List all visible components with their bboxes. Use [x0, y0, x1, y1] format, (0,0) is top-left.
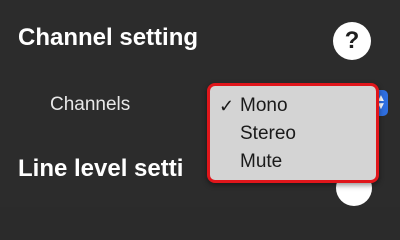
channel-setting-title: Channel setting	[18, 24, 199, 51]
settings-panel: Channel setting ? Channels ▲ ▼ Line level…	[0, 0, 400, 207]
question-circle-icon: ?	[344, 27, 360, 54]
option-label: Mono	[240, 95, 288, 116]
option-label: Mute	[240, 151, 283, 172]
line-level-setting-title: Line level setti	[18, 155, 184, 182]
option-label: Stereo	[240, 123, 296, 144]
help-button[interactable]: ?	[333, 22, 371, 60]
dropdown-option-mute[interactable]: Mute	[210, 148, 376, 176]
channels-label: Channels	[50, 94, 131, 115]
checkmark-icon: ✓	[219, 96, 235, 116]
channels-dropdown-menu: ✓ Mono Stereo Mute	[207, 83, 379, 183]
dropdown-option-mono[interactable]: ✓ Mono	[210, 92, 376, 120]
dropdown-option-stereo[interactable]: Stereo	[210, 120, 376, 148]
